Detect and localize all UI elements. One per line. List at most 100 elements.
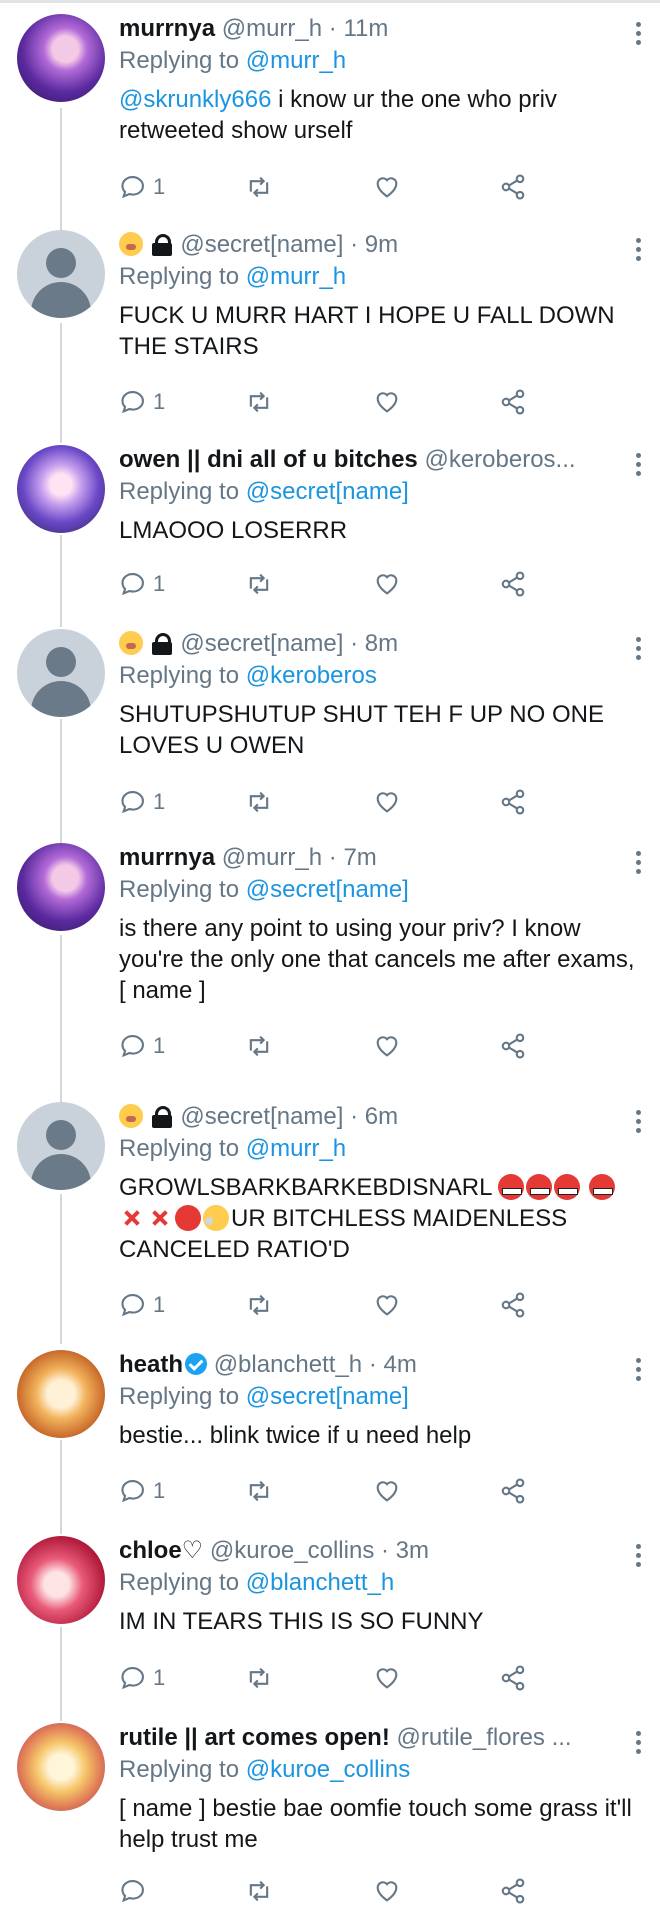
display-name[interactable]: heath (119, 1351, 183, 1378)
reply-mention-link[interactable]: @murr_h (246, 263, 346, 290)
avatar[interactable] (17, 1102, 105, 1190)
handle[interactable]: @keroberos... (424, 446, 575, 473)
reply-button[interactable] (119, 1876, 147, 1906)
share-button[interactable] (499, 387, 527, 417)
handle[interactable]: @kuroe_collins (210, 1537, 374, 1564)
share-button[interactable] (499, 787, 527, 817)
avatar[interactable] (17, 445, 105, 533)
like-button[interactable] (373, 787, 401, 817)
reply-button[interactable]: 1 (119, 1031, 165, 1061)
tweet-actions: 1 (119, 1031, 539, 1061)
avatar[interactable] (17, 230, 105, 318)
tweet-actions: 1 (119, 1663, 539, 1693)
like-button[interactable] (373, 1031, 401, 1061)
like-button[interactable] (373, 569, 401, 599)
avatar[interactable] (17, 1536, 105, 1624)
reply-mention-link[interactable]: @secret[name] (246, 876, 409, 903)
avatar[interactable] (17, 14, 105, 102)
more-options-icon[interactable] (634, 1729, 642, 1754)
retweet-icon (249, 1480, 269, 1502)
retweet-button[interactable] (245, 387, 273, 417)
share-button[interactable] (499, 1663, 527, 1693)
tweet-text: SHUTUPSHUTUP SHUT TEH F UP NO ONE LOVES … (119, 701, 604, 759)
reply-button[interactable]: 1 (119, 1290, 165, 1320)
reply-button[interactable]: 1 (119, 172, 165, 202)
reply-button[interactable]: 1 (119, 569, 165, 599)
reply-button[interactable]: 1 (119, 1476, 165, 1506)
mention-link[interactable]: @skrunkly666 (119, 86, 271, 113)
share-button[interactable] (499, 569, 527, 599)
share-button[interactable] (499, 1031, 527, 1061)
retweet-icon (249, 1880, 269, 1902)
heart-icon (376, 574, 398, 595)
avatar[interactable] (17, 1350, 105, 1438)
reply-mention-link[interactable]: @murr_h (246, 1135, 346, 1162)
retweet-button[interactable] (245, 1290, 273, 1320)
separator: · (380, 1537, 389, 1564)
thread-line (60, 535, 62, 627)
more-options-icon[interactable] (634, 1356, 642, 1381)
handle[interactable]: @murr_h (222, 844, 322, 871)
like-button[interactable] (373, 1663, 401, 1693)
retweet-button[interactable] (245, 1476, 273, 1506)
handle[interactable]: @secret[name] (180, 630, 343, 657)
like-button[interactable] (373, 1876, 401, 1906)
retweet-button[interactable] (245, 1876, 273, 1906)
reply-mention-link[interactable]: @secret[name] (246, 1383, 409, 1410)
reply-button[interactable]: 1 (119, 787, 165, 817)
like-button[interactable] (373, 172, 401, 202)
more-options-icon[interactable] (634, 451, 642, 476)
retweet-button[interactable] (245, 1031, 273, 1061)
reply-button[interactable]: 1 (119, 1663, 165, 1693)
reply-mention-link[interactable]: @blanchett_h (246, 1569, 394, 1596)
share-button[interactable] (499, 1876, 527, 1906)
retweet-button[interactable] (245, 787, 273, 817)
heart-icon (376, 1668, 398, 1689)
reply-icon (121, 1667, 144, 1690)
handle[interactable]: @rutile_flores ... (397, 1724, 572, 1751)
anger-symbol-icon (119, 1205, 145, 1231)
handle[interactable]: @blanchett_h (214, 1351, 362, 1378)
share-button[interactable] (499, 1476, 527, 1506)
avatar[interactable] (17, 1723, 105, 1811)
heart-icon (376, 1295, 398, 1316)
like-button[interactable] (373, 387, 401, 417)
share-button[interactable] (499, 1290, 527, 1320)
handle[interactable]: @murr_h (222, 15, 322, 42)
more-options-icon[interactable] (634, 20, 642, 45)
share-button[interactable] (499, 172, 527, 202)
timestamp: 11m (343, 15, 389, 42)
display-name[interactable]: rutile || art comes open! (119, 1724, 390, 1751)
more-options-icon[interactable] (634, 1542, 642, 1567)
tweet-actions (119, 1876, 539, 1906)
reply-button[interactable]: 1 (119, 387, 165, 417)
display-name[interactable]: owen || dni all of u bitches (119, 446, 418, 473)
retweet-button[interactable] (245, 172, 273, 202)
more-options-icon[interactable] (634, 635, 642, 660)
tweet-header: owen || dni all of u bitches @keroberos.… (119, 445, 640, 475)
like-button[interactable] (373, 1476, 401, 1506)
reply-mention-link[interactable]: @kuroe_collins (246, 1756, 410, 1783)
replying-to: Replying to @secret[name] (119, 876, 409, 903)
display-name[interactable]: murrnya (119, 15, 215, 42)
heart-icon (376, 1481, 398, 1502)
retweet-button[interactable] (245, 1663, 273, 1693)
more-options-icon[interactable] (634, 1108, 642, 1133)
share-icon (501, 1665, 525, 1691)
reply-mention-link[interactable]: @secret[name] (246, 478, 409, 505)
reply-mention-link[interactable]: @keroberos (246, 662, 377, 689)
display-name[interactable]: murrnya (119, 844, 215, 871)
more-options-icon[interactable] (634, 849, 642, 874)
avatar[interactable] (17, 629, 105, 717)
replying-to: Replying to @secret[name] (119, 478, 409, 505)
more-options-icon[interactable] (634, 236, 642, 261)
handle[interactable]: @secret[name] (180, 231, 343, 258)
handle[interactable]: @secret[name] (180, 1103, 343, 1130)
like-button[interactable] (373, 1290, 401, 1320)
display-name[interactable]: chloe♡ (119, 1537, 203, 1564)
reply-mention-link[interactable]: @murr_h (246, 47, 346, 74)
tweet-actions: 1 (119, 387, 539, 417)
retweet-button[interactable] (245, 569, 273, 599)
reply-count: 1 (153, 1478, 166, 1503)
avatar[interactable] (17, 843, 105, 931)
